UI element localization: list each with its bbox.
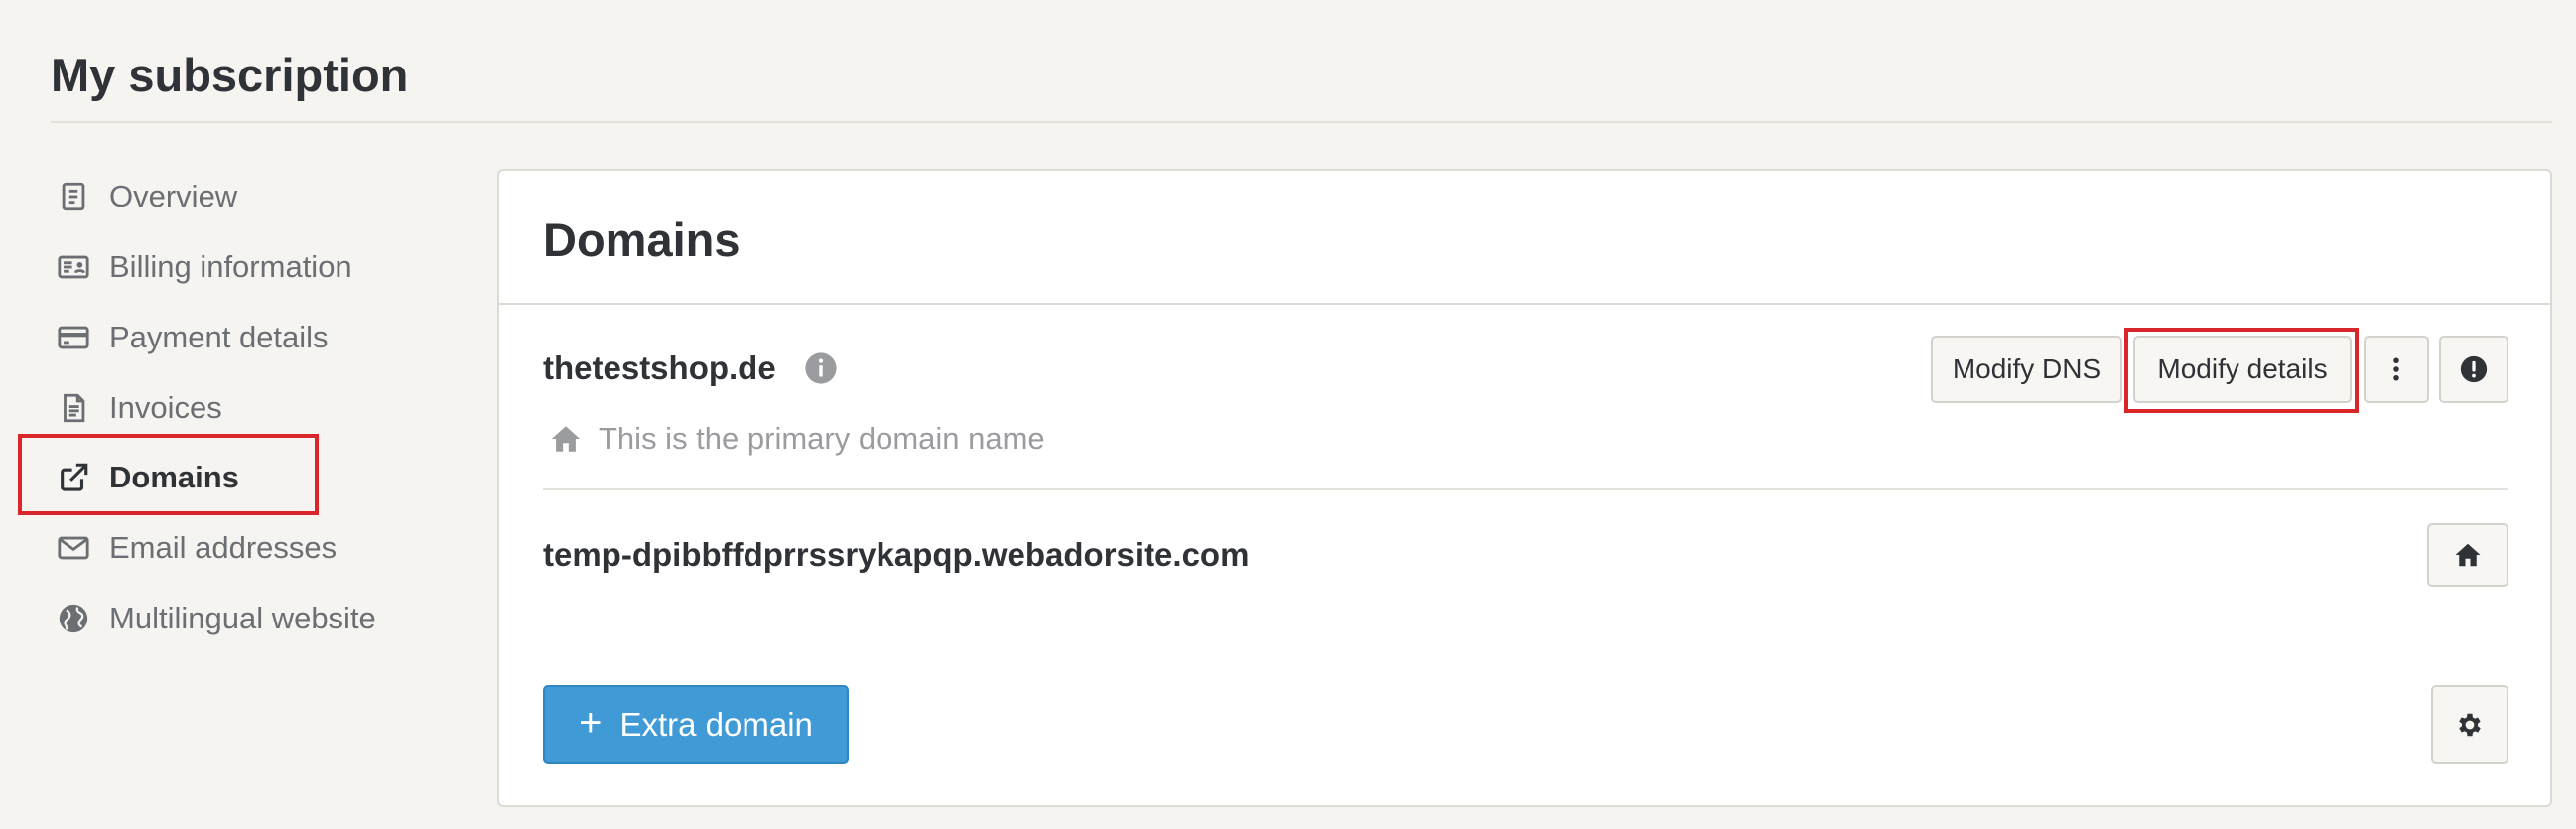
gear-icon	[2459, 713, 2481, 737]
extra-domain-button[interactable]: + Extra domain	[543, 685, 849, 764]
exclamation-circle-icon	[2460, 355, 2488, 383]
sidebar-item-overview[interactable]: Overview	[56, 172, 237, 221]
sidebar-item-label: Invoices	[109, 390, 222, 425]
sidebar-item-label: Payment details	[109, 320, 329, 354]
vertical-ellipsis-icon	[2393, 357, 2399, 381]
extra-domain-button-label: Extra domain	[619, 706, 813, 743]
info-icon[interactable]	[804, 351, 838, 385]
set-primary-domain-button[interactable]	[2427, 523, 2508, 587]
modify-dns-button[interactable]: Modify DNS	[1931, 336, 2122, 403]
domain-settings-button[interactable]	[2431, 685, 2508, 764]
more-options-button[interactable]	[2364, 336, 2429, 403]
plus-icon: +	[579, 701, 603, 745]
domain-row-divider	[543, 488, 2508, 490]
sidebar-item-multilingual-website[interactable]: Multilingual website	[56, 594, 376, 643]
id-card-icon	[56, 249, 91, 285]
globe-icon	[56, 601, 91, 636]
home-icon	[551, 426, 581, 452]
domains-highlight-box	[18, 434, 319, 515]
sidebar-item-label: Email addresses	[109, 530, 338, 565]
credit-card-icon	[56, 320, 91, 355]
card-title: Domains	[543, 213, 741, 266]
document-icon	[56, 179, 91, 214]
domains-card: Domains thetestshop.de This is the prima…	[497, 169, 2552, 807]
modify-details-highlight-box	[2124, 328, 2359, 413]
card-header-divider	[499, 303, 2550, 305]
sidebar-item-email-addresses[interactable]: Email addresses	[56, 523, 337, 573]
secondary-domain-name: temp-dpibbffdprrssrykapqp.webadorsite.co…	[543, 536, 1250, 573]
page-title: My subscription	[51, 49, 409, 101]
primary-domain-note-text: This is the primary domain name	[599, 421, 1045, 456]
invoice-icon	[56, 390, 91, 426]
primary-domain-note: This is the primary domain name	[549, 421, 1045, 457]
home-icon	[2455, 543, 2481, 567]
sidebar-item-label: Billing information	[109, 249, 352, 284]
report-issue-button[interactable]	[2439, 336, 2508, 403]
title-divider	[51, 121, 2552, 123]
sidebar-item-label: Overview	[109, 179, 238, 213]
sidebar-item-payment-details[interactable]: Payment details	[56, 313, 329, 362]
sidebar-item-billing-information[interactable]: Billing information	[56, 242, 352, 292]
sidebar-item-invoices[interactable]: Invoices	[56, 383, 222, 433]
primary-domain-name: thetestshop.de	[543, 349, 776, 386]
sidebar-item-label: Multilingual website	[109, 601, 376, 635]
envelope-icon	[56, 530, 91, 566]
